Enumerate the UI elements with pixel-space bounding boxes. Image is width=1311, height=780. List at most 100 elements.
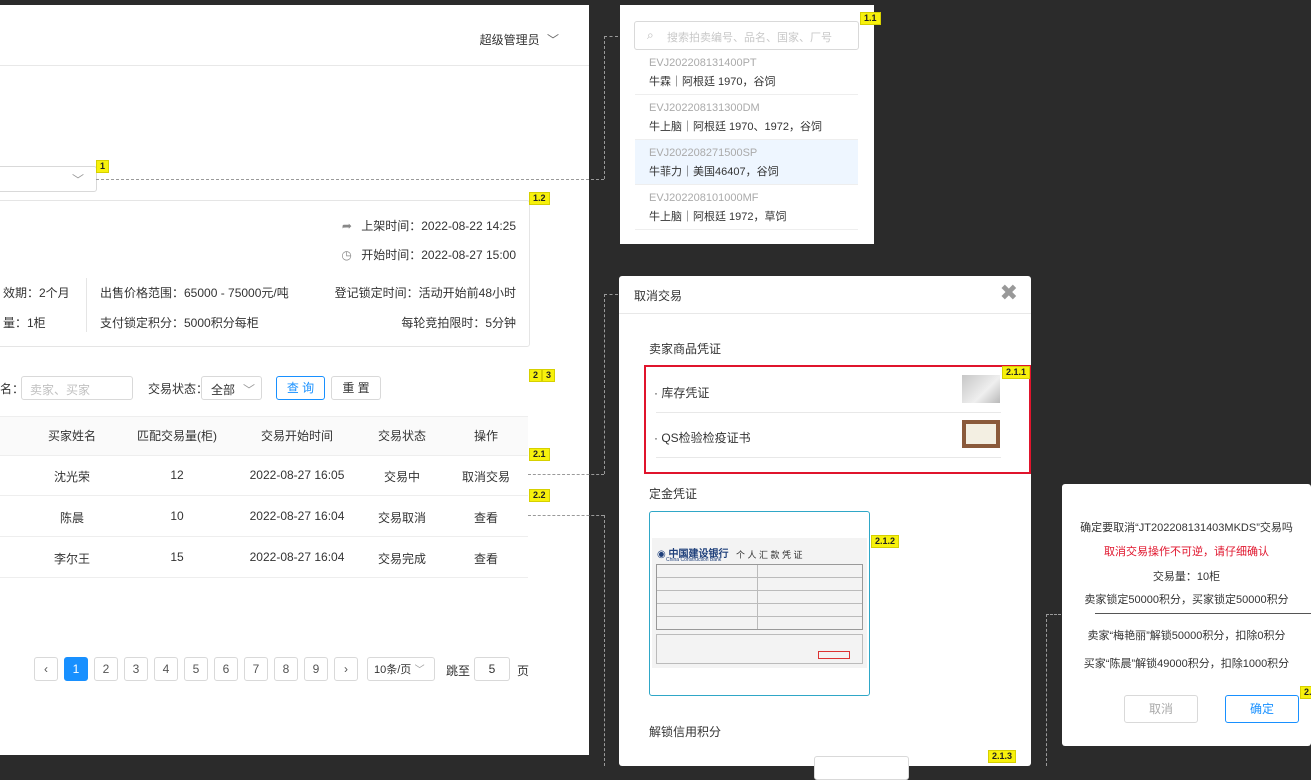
- info-card: ➦ 上架时间：2022-08-22 14:25 ◷ 开始时间：2022-08-2…: [0, 200, 530, 347]
- cell-status: 交易完成: [377, 552, 426, 566]
- irreversible-warning: 取消交易操作不可逆，请仔细确认: [1104, 546, 1269, 558]
- page-button[interactable]: 6: [214, 657, 238, 681]
- listed-time-row: ➦ 上架时间：2022-08-22 14:25: [342, 217, 516, 234]
- view-link[interactable]: 查看: [444, 550, 528, 567]
- page-button[interactable]: 4: [154, 657, 178, 681]
- search-input[interactable]: ⌕ 搜索拍卖编号、品名、国家、厂号: [634, 21, 859, 50]
- page-button[interactable]: 1: [64, 657, 88, 681]
- qs-certificate-thumbnail[interactable]: [962, 420, 1000, 448]
- confirm-cancel-button[interactable]: 取消: [1124, 695, 1198, 723]
- receipt-footer: [656, 634, 863, 664]
- search-result-item-highlighted[interactable]: EVJ202208271500SP 牛菲力｜美国46407，谷饲: [635, 140, 858, 185]
- reset-button[interactable]: 重 置: [331, 376, 381, 400]
- table-row: 沈光荣 12 2022-08-27 16:05 交易中 取消交易: [0, 455, 528, 496]
- start-time: 开始时间：2022-08-27 15:00: [361, 248, 516, 262]
- cancel-trade-link[interactable]: 取消交易: [444, 468, 528, 485]
- page-button[interactable]: 2: [94, 657, 118, 681]
- annotation-badge: 2: [529, 369, 543, 382]
- annotation-badge: 2.2: [529, 489, 550, 502]
- status-value: 全部: [211, 383, 236, 397]
- cell-time: 2022-08-27 16:04: [249, 550, 345, 564]
- header-status: 交易状态: [377, 429, 426, 443]
- cell-qty: 15: [170, 550, 184, 564]
- annotation-badge: 2.1.2: [871, 535, 900, 548]
- result-desc: 牛菲力｜美国46407，谷饲: [649, 166, 779, 178]
- user-menu[interactable]: 超级管理员 ﹀: [480, 31, 559, 48]
- connector-line: [604, 36, 618, 37]
- stock-voucher-thumbnail[interactable]: [962, 375, 1000, 403]
- confirm-cancel-modal: 确定要取消“JT202208131403MKDS”交易吗 取消交易操作不可逆，请…: [1062, 484, 1311, 746]
- user-menu-label: 超级管理员: [479, 33, 540, 47]
- confirm-ok-button[interactable]: 确定: [1225, 695, 1299, 723]
- bank-name-en: China Construction Bank: [666, 557, 722, 563]
- next-page-button[interactable]: ›: [334, 657, 358, 681]
- main-page: 超级管理员 ﹀ ﹀ ➦ 上架时间：2022-08-22 14:25 ◷ 开始时间…: [0, 5, 589, 755]
- header-buyer: 买家姓名: [47, 429, 96, 443]
- page-suffix: 页: [517, 664, 530, 678]
- chevron-right-icon: ›: [344, 662, 348, 676]
- cell-status: 交易中: [383, 470, 420, 484]
- cancel-trade-modal: 取消交易 ✖ 卖家商品凭证 · 库存凭证 · QS检验检疫证书 定金凭证 ◉ 中…: [619, 276, 1031, 780]
- view-link[interactable]: 查看: [444, 509, 528, 526]
- start-time-row: ◷ 开始时间：2022-08-27 15:00: [341, 246, 516, 263]
- cell-buyer: 沈光荣: [53, 470, 90, 484]
- listed-time: 上架时间：2022-08-22 14:25: [361, 219, 516, 233]
- annotation-badge: 1.2: [529, 192, 550, 205]
- lock-points: 支付锁定积分：5000积分每柜: [100, 316, 259, 330]
- cell-status: 交易取消: [377, 511, 426, 525]
- trades-table: 买家姓名 匹配交易量(柜) 交易开始时间 交易状态 操作 沈光荣 12 2022…: [0, 416, 528, 578]
- connector-line: [1046, 614, 1047, 766]
- modal-divider: [619, 313, 1031, 314]
- auction-select[interactable]: ﹀: [0, 166, 97, 192]
- jump-input[interactable]: 5: [474, 657, 510, 681]
- annotation-badge: 3: [542, 369, 556, 382]
- prev-page-button[interactable]: ‹: [34, 657, 58, 681]
- doc-divider: [656, 457, 1001, 458]
- receipt-line: [657, 603, 862, 604]
- annotation-badge: 1.1: [860, 12, 881, 25]
- status-select[interactable]: 全部 ﹀: [201, 376, 262, 400]
- deposit-receipt-image[interactable]: ◉ 中国建设银行 China Construction Bank 个 人 汇 款…: [649, 511, 870, 696]
- close-icon[interactable]: ✖: [1000, 280, 1018, 306]
- certificate-paper: [966, 424, 996, 444]
- page-button[interactable]: 5: [184, 657, 208, 681]
- header-action: 操作: [473, 429, 498, 443]
- receipt-title: 个 人 汇 款 凭 证: [736, 550, 803, 560]
- seller-docs-label: 卖家商品凭证: [649, 342, 722, 356]
- connector-line: [604, 294, 618, 295]
- locked-points: 卖家锁定50000积分，买家锁定50000积分: [1084, 594, 1289, 606]
- validity: 效期：2个月: [3, 286, 70, 300]
- page-size-select[interactable]: 10条/页 ﹀: [367, 657, 435, 681]
- round-limit: 每轮竞拍限时：5分钟: [401, 316, 516, 330]
- jump-label: 跳至: [446, 664, 471, 678]
- chevron-down-icon: ﹀: [242, 383, 255, 397]
- result-desc: 牛霖｜阿根廷 1970，谷饲: [649, 76, 776, 88]
- doc-divider: [656, 412, 1001, 413]
- receipt-line: [657, 590, 862, 591]
- cell-qty: 12: [170, 468, 184, 482]
- result-code: EVJ202208131300DM: [649, 102, 760, 114]
- quantity: 量：1柜: [3, 316, 46, 330]
- doc-stock-label: · 库存凭证: [654, 386, 710, 400]
- search-result-item[interactable]: EVJ202208101000MF 牛上脑｜阿根廷 1972，草饲: [635, 185, 858, 230]
- annotation-badge: 1: [96, 160, 110, 173]
- search-result-item[interactable]: EVJ202208131400PT 牛霖｜阿根廷 1970，谷饲: [635, 50, 858, 95]
- search-result-item[interactable]: EVJ202208131300DM 牛上脑｜阿根廷 1970、1972，谷饲: [635, 95, 858, 140]
- confirm-divider: [1095, 613, 1311, 614]
- buyer-unlock: 买家“陈晨”解锁49000积分，扣除1000积分: [1083, 658, 1290, 670]
- cell-qty: 10: [170, 509, 184, 523]
- connector-line: [604, 36, 605, 179]
- unlock-points-input[interactable]: [814, 756, 909, 780]
- party-input[interactable]: 卖家、买家: [21, 376, 133, 400]
- header-divider: [0, 65, 589, 66]
- page-button[interactable]: 3: [124, 657, 148, 681]
- result-code: EVJ202208131400PT: [649, 57, 757, 69]
- annotation-badge: 2.1.1: [1002, 366, 1031, 379]
- page-button[interactable]: 7: [244, 657, 268, 681]
- lock-time: 登记锁定时间：活动开始前48小时: [334, 286, 516, 300]
- receipt-line: [757, 565, 758, 629]
- page-button[interactable]: 9: [304, 657, 328, 681]
- page-button[interactable]: 8: [274, 657, 298, 681]
- chevron-down-icon: ﹀: [546, 33, 559, 47]
- query-button[interactable]: 查 询: [276, 376, 325, 400]
